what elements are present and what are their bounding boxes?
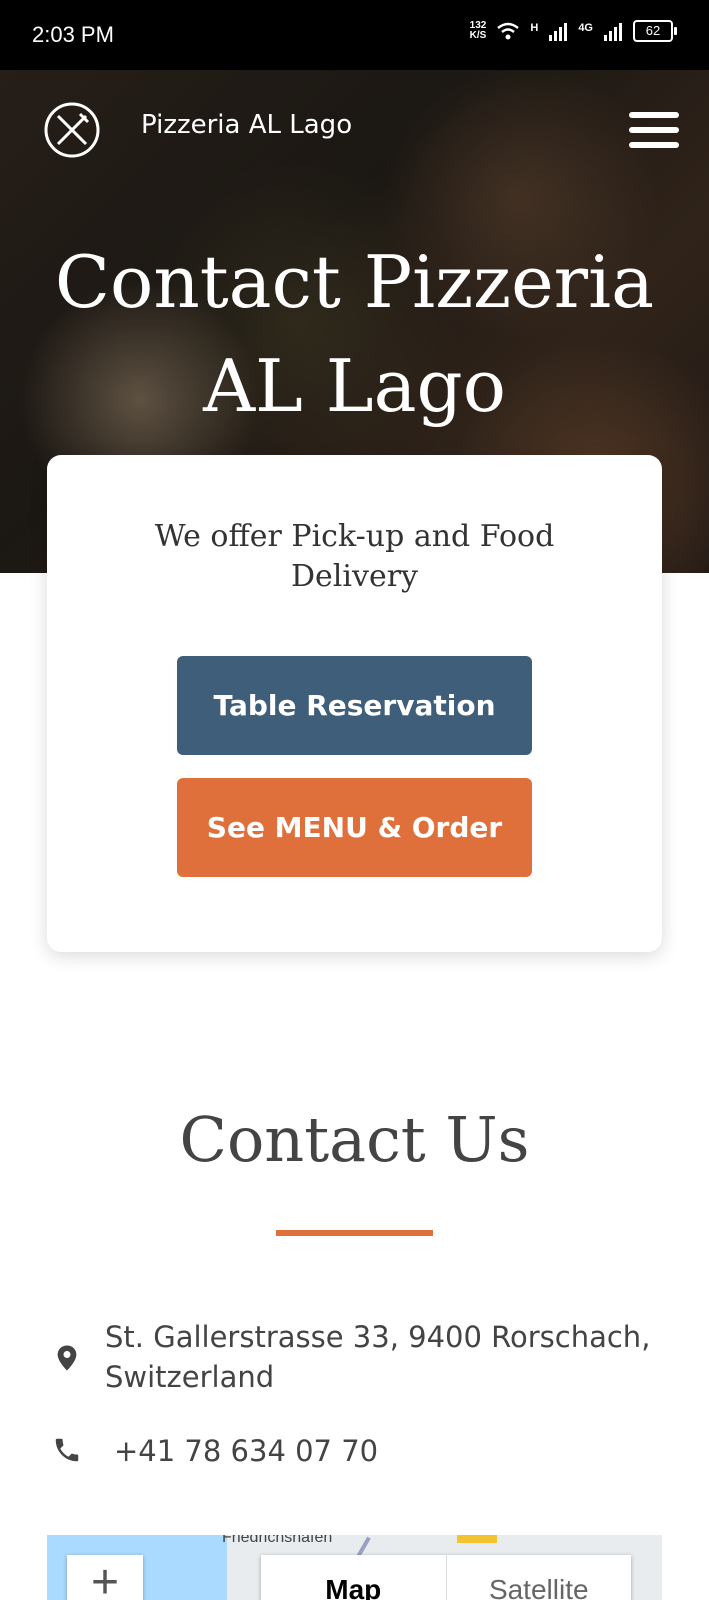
status-bar: 2:03 PM 132 K/S H 4G 62 xyxy=(0,0,709,70)
delivery-text-line1: We offer Pick-up and Food xyxy=(154,519,555,554)
phone-number[interactable]: +41 78 634 07 70 xyxy=(114,1431,378,1471)
status-time: 2:03 PM xyxy=(32,22,114,47)
contact-title: Contact Us xyxy=(179,1103,530,1176)
address-row: St. Gallerstrasse 33, 9400 Rorschach, Sw… xyxy=(52,1317,665,1397)
location-pin-icon xyxy=(57,1345,77,1371)
signal-type-h: H xyxy=(530,22,539,34)
page-title-line1: Contact Pizzeria xyxy=(54,240,655,324)
satellite-view-button[interactable]: Satellite xyxy=(447,1555,632,1600)
hamburger-icon[interactable] xyxy=(629,112,679,148)
address-line2: Switzerland xyxy=(105,1360,275,1394)
phone-icon xyxy=(55,1438,79,1462)
page-title: Contact Pizzeria AL Lago xyxy=(0,230,709,438)
signal-type-4g: 4G xyxy=(578,22,593,34)
delivery-text-line2: Delivery xyxy=(291,559,418,594)
signal-icon xyxy=(549,23,568,41)
network-speed-unit: K/S xyxy=(469,30,487,41)
fork-knife-icon[interactable] xyxy=(44,102,100,158)
table-reservation-button[interactable]: Table Reservation xyxy=(177,656,532,755)
map-place-label: Friedrichshafen xyxy=(222,1535,333,1546)
wifi-icon xyxy=(497,22,520,40)
brand-name[interactable]: Pizzeria AL Lago xyxy=(141,110,352,140)
map-embed[interactable]: Friedrichshafen + Map Satellite xyxy=(47,1535,662,1600)
order-card: We offer Pick-up and Food Delivery Table… xyxy=(47,455,662,952)
page-title-line2: AL Lago xyxy=(203,344,506,428)
map-type-toggle: Map Satellite xyxy=(261,1555,631,1600)
zoom-in-button[interactable]: + xyxy=(67,1555,143,1600)
section-divider xyxy=(276,1230,433,1236)
battery-icon: 62 xyxy=(633,20,677,42)
signal-icon-2 xyxy=(604,23,622,41)
status-icons: 132 K/S H 4G 62 xyxy=(470,20,677,42)
phone-row: +41 78 634 07 70 xyxy=(52,1431,378,1471)
delivery-text: We offer Pick-up and Food Delivery xyxy=(47,517,662,597)
map-road-badge xyxy=(457,1535,497,1543)
address-text[interactable]: St. Gallerstrasse 33, 9400 Rorschach, Sw… xyxy=(105,1317,665,1397)
menu-order-button[interactable]: See MENU & Order xyxy=(177,778,532,877)
address-line1: St. Gallerstrasse 33, 9400 Rorschach, xyxy=(105,1320,651,1354)
map-view-button[interactable]: Map xyxy=(261,1555,447,1600)
network-speed: 132 K/S xyxy=(470,21,487,41)
